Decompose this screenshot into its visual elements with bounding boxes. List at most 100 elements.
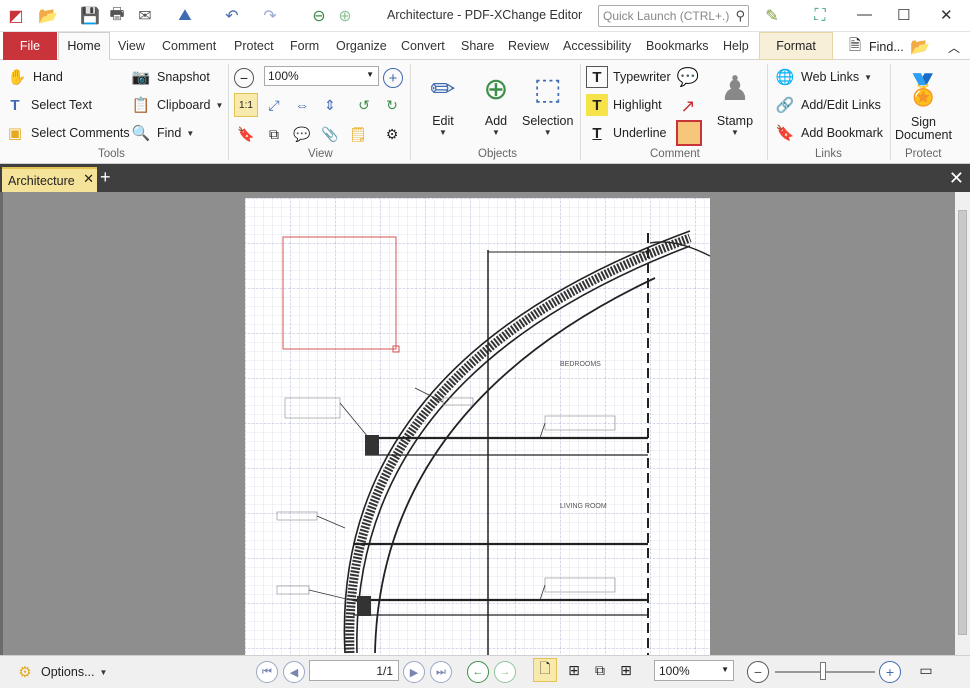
forward-icon[interactable]: ⊕ (334, 4, 356, 28)
tab-comment[interactable]: Comment (162, 39, 216, 53)
zoom-out-icon[interactable]: − (234, 68, 254, 88)
folder-icon[interactable]: 📂 (907, 35, 933, 59)
minimize-button[interactable]: — (857, 6, 872, 23)
redo-icon[interactable]: ↷ (258, 4, 282, 28)
highlight-button[interactable]: T Highlight (586, 94, 662, 116)
facing-icon[interactable]: ⧉ (588, 658, 612, 682)
print-icon[interactable]: 🖶 (105, 4, 129, 28)
tab-share[interactable]: Share (461, 39, 494, 53)
group-label-tools: Tools (98, 148, 125, 160)
document-tab-label: Architecture (8, 174, 75, 188)
chevron-down-icon: ▼ (864, 72, 873, 82)
last-page-icon[interactable]: ⏭ (430, 661, 452, 683)
options-button[interactable]: ⚙ Options... ▼ (14, 661, 107, 683)
close-tab-icon[interactable]: ✕ (83, 171, 94, 187)
scanner-icon[interactable]: ⛰ (170, 4, 200, 28)
scrollbar-thumb[interactable] (958, 210, 967, 635)
edit-button[interactable]: ✏ Edit ▼ (418, 64, 468, 138)
sign-document-button[interactable]: 🏅 Sign Document (895, 64, 952, 142)
actual-size-icon[interactable]: 1:1 (234, 93, 258, 117)
select-comments-button[interactable]: ▣ Select Comments (4, 122, 130, 144)
tab-bookmarks[interactable]: Bookmarks (646, 39, 709, 53)
fullscreen-icon[interactable]: ⛶ (808, 4, 832, 28)
ui-options-icon[interactable]: ✎ (758, 4, 786, 28)
back-view-icon[interactable]: ← (467, 661, 489, 683)
next-page-icon[interactable]: ▶ (403, 661, 425, 683)
camera-icon: 📷 (131, 69, 151, 86)
tab-home[interactable]: Home (58, 32, 110, 61)
page-number-input[interactable]: 1/1 (309, 660, 399, 681)
clipboard-icon: 📋 (131, 97, 151, 114)
collapse-ribbon-icon[interactable]: ︿ (944, 35, 964, 59)
select-text-button[interactable]: T Select Text (4, 94, 92, 116)
properties-pane-icon[interactable]: 🗒 (346, 122, 370, 146)
typewriter-button[interactable]: T Typewriter (586, 66, 671, 88)
tab-protect[interactable]: Protect (234, 39, 274, 53)
add-bookmark-button[interactable]: 🔖 Add Bookmark (774, 122, 883, 144)
back-icon[interactable]: ⊖ (308, 4, 330, 28)
arrow-icon[interactable]: ↗ (676, 94, 700, 118)
open-folder-icon[interactable]: 📂 (35, 4, 61, 28)
file-tab[interactable]: File (3, 32, 57, 60)
tab-help[interactable]: Help (723, 39, 749, 53)
fit-visible-icon[interactable]: ⇕ (318, 93, 342, 117)
underline-button[interactable]: T Underline (586, 122, 666, 144)
rotate-left-icon[interactable]: ↺ (352, 93, 376, 117)
forward-view-icon[interactable]: → (494, 661, 516, 683)
pages-pane-icon[interactable]: ⧉ (262, 122, 286, 146)
close-window-button[interactable]: ✕ (940, 6, 953, 24)
tab-review[interactable]: Review (508, 39, 549, 53)
hand-tool-button[interactable]: ✋ Hand (6, 66, 63, 88)
rotate-right-icon[interactable]: ↻ (380, 93, 404, 117)
close-all-icon[interactable]: ✕ (949, 168, 964, 189)
view-mode-icon[interactable]: ▭ (914, 658, 938, 682)
zoom-level-select[interactable]: 100% ▼ (264, 66, 379, 86)
add-button[interactable]: ⊕ Add ▼ (471, 64, 521, 138)
tab-view[interactable]: View (118, 39, 145, 53)
web-links-button[interactable]: 🌐 Web Links ▼ (774, 66, 872, 88)
attachments-pane-icon[interactable]: 📎 (318, 122, 342, 146)
rectangle-icon[interactable] (676, 120, 702, 146)
zoom-in-icon[interactable]: + (383, 68, 403, 88)
fit-width-icon[interactable]: ⇔ (290, 93, 314, 117)
save-icon[interactable]: 💾 (78, 4, 102, 28)
zoom-in-button[interactable]: + (879, 661, 901, 683)
email-icon[interactable]: ✉ (132, 4, 158, 28)
ribbon-divider (410, 64, 411, 160)
snapshot-button[interactable]: 📷 Snapshot (130, 66, 210, 88)
comments-pane-icon[interactable]: 💬 (290, 122, 314, 146)
clipboard-button[interactable]: 📋 Clipboard ▼ (130, 94, 224, 116)
first-page-icon[interactable]: ⏮ (256, 661, 278, 683)
new-tab-icon[interactable]: + (100, 167, 111, 188)
zoom-select[interactable]: 100% ▼ (654, 660, 734, 681)
selection-button[interactable]: ⬚ Selection ▼ (522, 64, 573, 138)
find-button[interactable]: 🔍 Find ▼ (130, 122, 195, 144)
pdf-page[interactable]: BEDROOMS LIVING ROOM (245, 198, 710, 655)
selection-icon: ⬚ (533, 72, 562, 106)
add-edit-links-button[interactable]: 🔗 Add/Edit Links (774, 94, 881, 116)
single-page-icon[interactable]: 🗋 (533, 658, 557, 682)
zoom-out-button[interactable]: − (747, 661, 769, 683)
continuous-icon[interactable]: ⊞ (562, 658, 586, 682)
maximize-button[interactable]: ☐ (897, 6, 910, 24)
chevron-down-icon: ▼ (99, 667, 108, 677)
find-menu-button[interactable]: 🗎 Find... (846, 37, 904, 56)
zoom-slider-handle[interactable] (820, 662, 826, 680)
document-settings-icon[interactable]: ⚙ (380, 122, 404, 146)
previous-page-icon[interactable]: ◀ (283, 661, 305, 683)
bookmarks-pane-icon[interactable]: 🔖 (234, 122, 258, 146)
tab-form[interactable]: Form (290, 39, 319, 53)
undo-icon[interactable]: ↶ (220, 4, 244, 28)
tab-convert[interactable]: Convert (401, 39, 445, 53)
fit-page-icon[interactable]: ⤢ (262, 93, 286, 117)
stamp-button[interactable]: ♟ Stamp ▼ (710, 64, 760, 137)
tab-accessibility[interactable]: Accessibility (563, 39, 631, 53)
tab-organize[interactable]: Organize (336, 39, 387, 53)
facing-continuous-icon[interactable]: ⊞ (614, 658, 638, 682)
gear-icon: ⚙ (18, 664, 32, 681)
quick-launch-input[interactable]: Quick Launch (CTRL+.) ⚲ (598, 5, 749, 27)
chevron-down-icon: ▼ (186, 128, 195, 138)
sticky-note-icon[interactable]: 💬 (676, 65, 700, 89)
tab-format[interactable]: Format (759, 32, 833, 60)
document-tab[interactable]: Architecture ✕ (2, 167, 97, 192)
